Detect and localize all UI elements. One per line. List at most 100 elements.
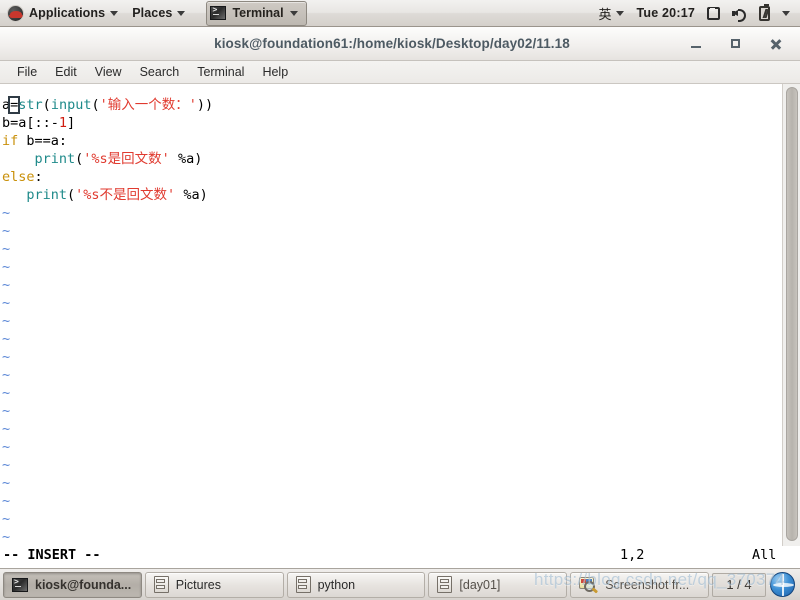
vim-buffer: a=str(input('输入一个数：')) b=a[::-1] if b==a: … [2, 96, 213, 546]
taskbar-item-terminal[interactable]: kiosk@founda... [3, 571, 142, 598]
empty-line-marker: ~ [2, 313, 11, 329]
window-title: kiosk@foundation61:/home/kiosk/Desktop/d… [214, 36, 570, 51]
code-token: str [18, 97, 43, 113]
workspace-pager[interactable]: 1 / 4 [712, 572, 766, 597]
empty-line-marker: ~ [2, 259, 11, 275]
places-menu[interactable]: Places [125, 0, 192, 26]
menu-edit[interactable]: Edit [46, 63, 86, 81]
vim-status-line: -- INSERT -- 1,2 All [0, 546, 800, 568]
terminal-viewport[interactable]: a=str(input('输入一个数：')) b=a[::-1] if b==a: … [0, 84, 800, 546]
empty-line-marker: ~ [2, 385, 11, 401]
menu-file[interactable]: File [8, 63, 46, 81]
empty-line-marker: ~ [2, 439, 11, 455]
code-line: if b==a: [2, 132, 213, 150]
empty-line-marker: ~ [2, 205, 11, 221]
workspace-switcher: 1 / 4 [712, 572, 797, 597]
applications-menu-label: Applications [29, 6, 106, 20]
code-line: print('%s不是回文数' %a) [2, 186, 213, 204]
empty-line-marker: ~ [2, 529, 11, 545]
empty-line-marker: ~ [2, 493, 11, 509]
code-token: print [34, 151, 76, 167]
taskbar-item-label: python [317, 577, 356, 592]
code-token: ( [91, 97, 100, 113]
taskbar-item-label: Pictures [175, 577, 221, 592]
code-token: )) [196, 97, 214, 113]
menu-terminal[interactable]: Terminal [188, 63, 253, 81]
empty-line-marker: ~ [2, 403, 11, 419]
taskbar-item-screenshot[interactable]: Screenshot fr... [570, 571, 709, 598]
code-line: b=a[::-1] [2, 114, 213, 132]
code-token: if [2, 133, 19, 149]
code-token: : [34, 169, 43, 185]
file-manager-icon [295, 576, 311, 593]
workspace-globe-icon[interactable] [770, 572, 795, 597]
system-menu-button[interactable] [776, 0, 796, 26]
battery-icon [759, 3, 770, 21]
empty-line-marker: ~ [2, 367, 11, 383]
panel-active-window-button[interactable]: Terminal [206, 0, 307, 26]
display-icon [707, 6, 720, 20]
maximize-icon[interactable] [728, 36, 744, 52]
code-line: else: [2, 168, 213, 186]
code-token: else [2, 169, 35, 185]
chevron-down-icon [782, 10, 790, 16]
places-menu-label: Places [132, 6, 173, 20]
taskbar-item-label: [day01] [459, 577, 501, 592]
display-settings-button[interactable] [701, 0, 726, 26]
empty-line-marker: ~ [2, 475, 11, 491]
empty-line-marker: ~ [2, 295, 11, 311]
top-panel: Applications Places Terminal 英 Tue 20:17 [0, 0, 800, 27]
menu-help[interactable]: Help [253, 63, 297, 81]
empty-line-marker: ~ [2, 457, 11, 473]
menu-search[interactable]: Search [131, 63, 189, 81]
chevron-down-icon [110, 10, 119, 16]
volume-button[interactable] [726, 0, 753, 26]
code-token: 1 [58, 115, 68, 131]
code-token: '输入一个数：' [99, 97, 197, 113]
taskbar-item-day01[interactable]: [day01] [428, 571, 568, 598]
terminal-icon [210, 5, 227, 20]
taskbar-item-python[interactable]: python [286, 571, 426, 598]
panel-active-window-label: Terminal [232, 6, 284, 20]
scrollbar-thumb[interactable] [786, 87, 798, 541]
taskbar: kiosk@founda... Pictures python [day01] … [0, 568, 800, 600]
screenshot-icon [579, 576, 599, 594]
battery-button[interactable] [753, 0, 776, 26]
empty-line-marker: ~ [2, 223, 11, 239]
menu-view[interactable]: View [86, 63, 131, 81]
redhat-logo-icon [7, 4, 24, 22]
desktop-screen: Applications Places Terminal 英 Tue 20:17 [0, 0, 800, 600]
taskbar-item-pictures[interactable]: Pictures [144, 571, 284, 598]
clock-label: Tue 20:17 [636, 6, 695, 20]
window-titlebar[interactable]: kiosk@foundation61:/home/kiosk/Desktop/d… [0, 27, 800, 61]
applications-menu[interactable]: Applications [0, 0, 125, 26]
file-manager-icon [437, 576, 453, 593]
code-token: b==a: [18, 133, 68, 149]
code-token: ( [42, 97, 51, 113]
code-token: '%s不是回文数' [75, 187, 176, 203]
code-token: ( [67, 187, 76, 203]
empty-line-marker: ~ [2, 511, 11, 527]
empty-line-marker: ~ [2, 421, 11, 437]
empty-line-marker: ~ [2, 241, 11, 257]
taskbar-item-label: kiosk@founda... [35, 577, 132, 592]
vim-scroll-indicator: All [752, 547, 777, 563]
code-token: input [50, 97, 92, 113]
code-token: b=a[::- [2, 115, 59, 131]
chevron-down-icon [616, 10, 625, 16]
code-line: a=str(input('输入一个数：')) [2, 96, 213, 114]
window-controls [688, 36, 800, 52]
vim-mode-indicator: -- INSERT -- [3, 547, 101, 563]
code-token: %a) [175, 187, 208, 203]
code-token: %a) [169, 151, 203, 167]
empty-line-marker: ~ [2, 277, 11, 293]
close-icon[interactable] [768, 36, 784, 52]
clock[interactable]: Tue 20:17 [630, 0, 701, 26]
input-method-indicator[interactable]: 英 [592, 0, 630, 26]
terminal-menubar: File Edit View Search Terminal Help [0, 61, 800, 84]
minimize-icon[interactable] [688, 36, 704, 52]
speaker-icon [732, 7, 747, 22]
terminal-scrollbar[interactable] [782, 84, 800, 546]
